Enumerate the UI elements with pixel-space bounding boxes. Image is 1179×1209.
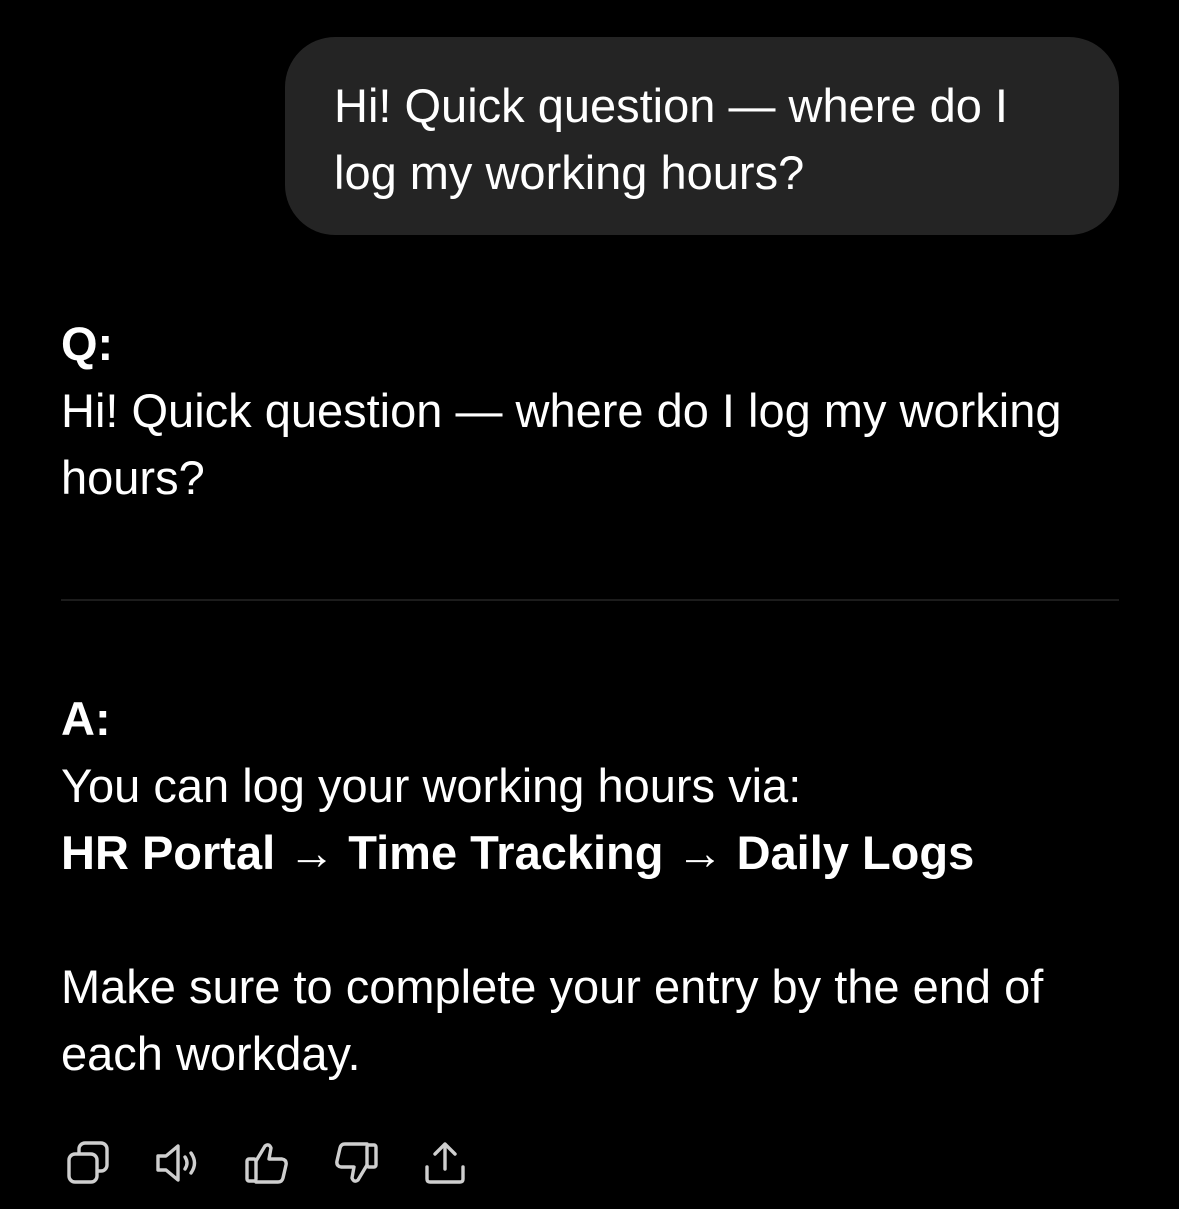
thumbs-up-button[interactable] [239,1135,295,1191]
read-aloud-icon [156,1144,197,1182]
share-button[interactable] [417,1135,473,1191]
thumbs-down-icon [335,1142,378,1183]
question-block: Q: Hi! Quick question — where do I log m… [61,310,1121,511]
answer-spacer [61,886,1121,953]
copy-button[interactable] [61,1135,117,1191]
user-message-bubble: Hi! Quick question — where do I log my w… [285,37,1119,235]
answer-path: HR Portal → Time Tracking → Daily Logs [61,826,975,879]
message-actions [61,1135,506,1191]
question-text: Hi! Quick question — where do I log my w… [61,384,1062,504]
user-message-text: Hi! Quick question — where do I log my w… [334,79,1008,199]
read-aloud-button[interactable] [150,1135,206,1191]
divider [61,599,1119,601]
thumbs-down-button[interactable] [328,1135,384,1191]
copy-icon [67,1141,109,1184]
question-label: Q: [61,317,114,370]
answer-intro: You can log your working hours via: [61,759,802,812]
answer-note: Make sure to complete your entry by the … [61,960,1044,1080]
thumbs-up-icon [245,1143,288,1184]
share-icon [425,1142,465,1184]
answer-label: A: [61,692,111,745]
answer-block: A: You can log your working hours via: H… [61,685,1121,1087]
